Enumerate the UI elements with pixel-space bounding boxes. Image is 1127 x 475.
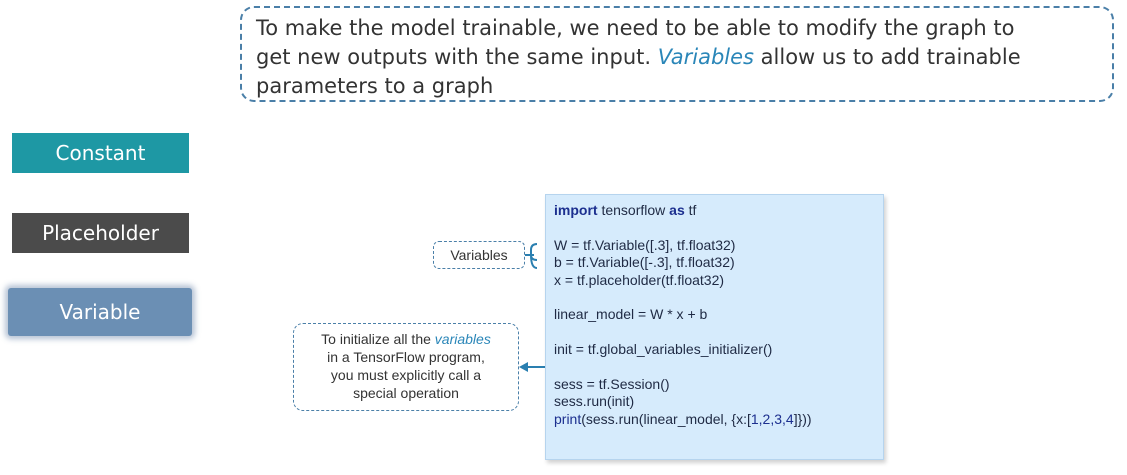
variables-bracket bbox=[525, 243, 538, 269]
init-note-line-4: special operation bbox=[353, 385, 459, 401]
code-alias: tf bbox=[684, 202, 697, 218]
keyword-import: import bbox=[554, 202, 598, 218]
code-print-end: ]})) bbox=[793, 410, 812, 427]
code-line-init: init = tf.global_variables_initializer() bbox=[554, 341, 773, 358]
code-line-w: W = tf.Variable([.3], tf.float32) bbox=[554, 236, 736, 253]
init-note-line-2: in a TensorFlow program, bbox=[327, 349, 485, 365]
init-note-line-1-pre: To initialize all the bbox=[321, 331, 435, 347]
code-line-import: import tensorflow as tf bbox=[554, 202, 883, 219]
code-line-x: x = tf.placeholder(tf.float32) bbox=[554, 271, 725, 288]
init-note-line-1: To initialize all the variables bbox=[294, 330, 518, 348]
code-line-linear-model: linear_model = W * x + b bbox=[554, 306, 708, 323]
code-line-run-init: sess.run(init) bbox=[554, 393, 635, 410]
code-line-session: sess = tf.Session() bbox=[554, 375, 670, 392]
variables-callout: Variables bbox=[433, 241, 525, 269]
code-snippet: import tensorflow as tf W = tf.Variable(… bbox=[545, 194, 884, 460]
code-line-print: print(sess.run(linear_model, {x:[1,2,3,4… bbox=[554, 411, 883, 428]
keyword-as: as bbox=[669, 202, 685, 218]
code-module-name: tensorflow bbox=[597, 202, 670, 218]
code-print-fn: print bbox=[554, 410, 582, 427]
code-print-args: (sess.run(linear_model, {x:[ bbox=[581, 410, 751, 427]
init-arrow-head bbox=[519, 362, 528, 372]
code-line-b: b = tf.Variable([-.3], tf.float32) bbox=[554, 254, 735, 271]
initializer-callout: To initialize all the variables in a Ten… bbox=[293, 323, 519, 411]
init-note-line-3: you must explicitly call a bbox=[330, 367, 482, 383]
init-note-variables-emphasis: variables bbox=[434, 331, 491, 347]
code-print-numbers: 1,2,3,4 bbox=[750, 410, 794, 427]
